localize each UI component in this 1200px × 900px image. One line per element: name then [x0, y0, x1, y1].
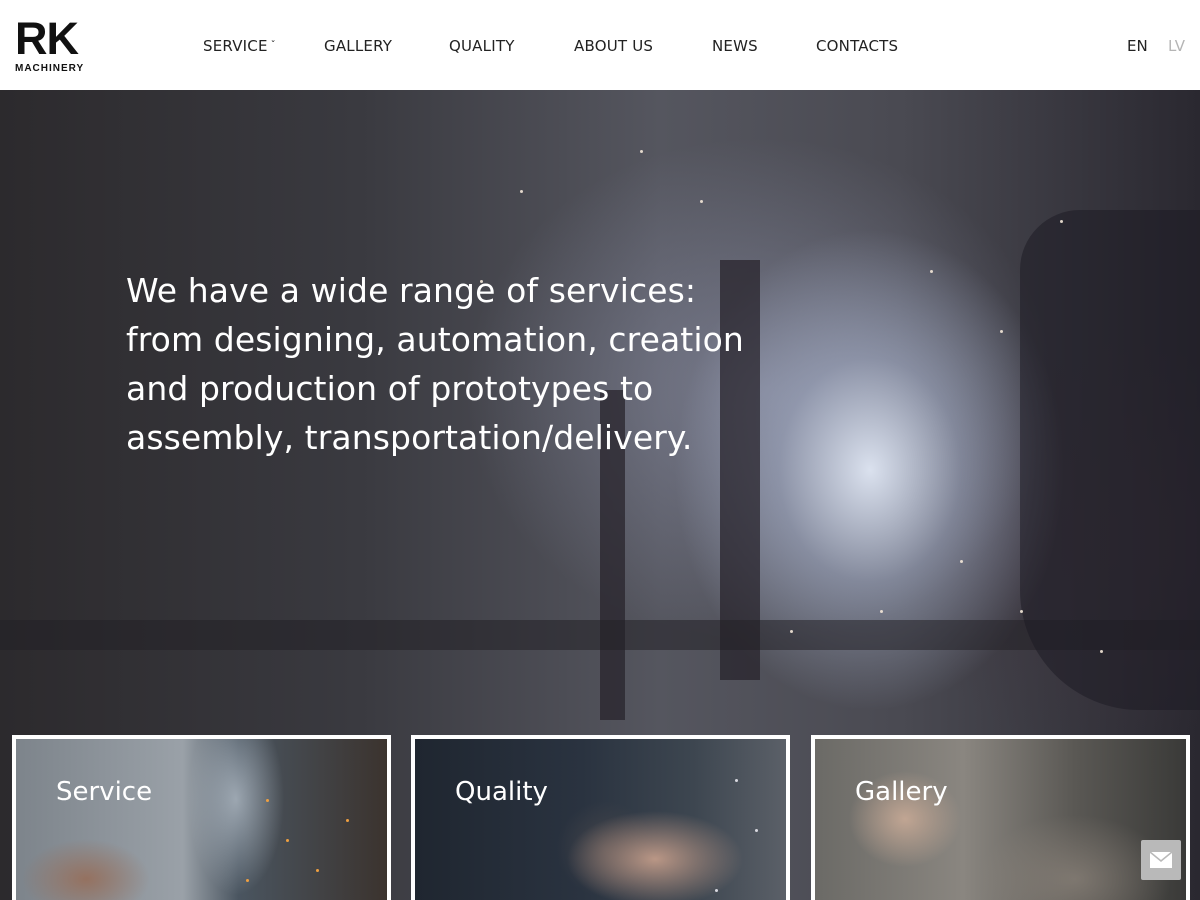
- spark-particle: [1060, 220, 1063, 223]
- card-image: [415, 739, 786, 900]
- chevron-down-icon: ˇ: [270, 40, 276, 51]
- nav-item-label: SERVICE: [203, 37, 268, 55]
- nav-item-news[interactable]: NEWS: [712, 37, 758, 55]
- spark-particle: [286, 839, 289, 842]
- spark-particle: [246, 879, 249, 882]
- spark-particle: [266, 799, 269, 802]
- spark-particle: [930, 270, 933, 273]
- card-title: Gallery: [855, 777, 948, 807]
- card-service[interactable]: Service: [12, 735, 391, 900]
- card-quality[interactable]: Quality: [411, 735, 790, 900]
- spark-particle: [316, 869, 319, 872]
- nav-item-service[interactable]: SERVICE ˇ: [203, 37, 276, 55]
- spark-particle: [640, 150, 643, 153]
- card-title: Service: [56, 777, 153, 807]
- spark-particle: [1000, 330, 1003, 333]
- spark-particle: [1020, 610, 1023, 613]
- hero-line: and production of prototypes to: [126, 369, 654, 408]
- nav-item-label: NEWS: [712, 37, 758, 55]
- mail-icon: [1150, 852, 1172, 868]
- hero-line: We have a wide range of services:: [126, 271, 697, 310]
- spark-particle: [790, 630, 793, 633]
- language-lv[interactable]: LV: [1168, 37, 1185, 55]
- hero-machine-shape: [0, 620, 1200, 650]
- spark-particle: [1100, 650, 1103, 653]
- spark-particle: [346, 819, 349, 822]
- card-image: [815, 739, 1186, 900]
- hero-line: from designing, automation, creation: [126, 320, 744, 359]
- nav-item-about-us[interactable]: ABOUT US: [574, 37, 653, 55]
- logo-mark: RK: [15, 13, 79, 64]
- nav-item-contacts[interactable]: CONTACTS: [816, 37, 898, 55]
- hero-headline: We have a wide range of services: from d…: [126, 266, 806, 462]
- nav-item-gallery[interactable]: GALLERY: [324, 37, 392, 55]
- card-title: Quality: [455, 777, 548, 807]
- nav-item-quality[interactable]: QUALITY: [449, 37, 515, 55]
- spark-particle: [715, 889, 718, 892]
- hero-welder-shape: [1020, 210, 1200, 710]
- spark-particle: [755, 829, 758, 832]
- nav-item-label: GALLERY: [324, 37, 393, 55]
- spark-particle: [960, 560, 963, 563]
- rk-machinery-logo[interactable]: RK MACHINERY: [15, 13, 95, 74]
- spark-particle: [520, 190, 523, 193]
- contact-mail-button[interactable]: [1141, 840, 1181, 880]
- nav-item-label: ABOUT US: [574, 37, 654, 55]
- language-en[interactable]: EN: [1127, 37, 1148, 55]
- nav-item-label: CONTACTS: [816, 37, 899, 55]
- spark-particle: [700, 200, 703, 203]
- site-header: RK MACHINERY SERVICE ˇ GALLERY QUALITY AB…: [0, 0, 1200, 90]
- hero-line: assembly, transportation/delivery.: [126, 418, 693, 457]
- nav-item-label: QUALITY: [449, 37, 515, 55]
- card-image: [16, 739, 387, 900]
- logo-subtitle: MACHINERY: [15, 63, 85, 74]
- spark-particle: [880, 610, 883, 613]
- card-gallery[interactable]: Gallery: [811, 735, 1190, 900]
- spark-particle: [735, 779, 738, 782]
